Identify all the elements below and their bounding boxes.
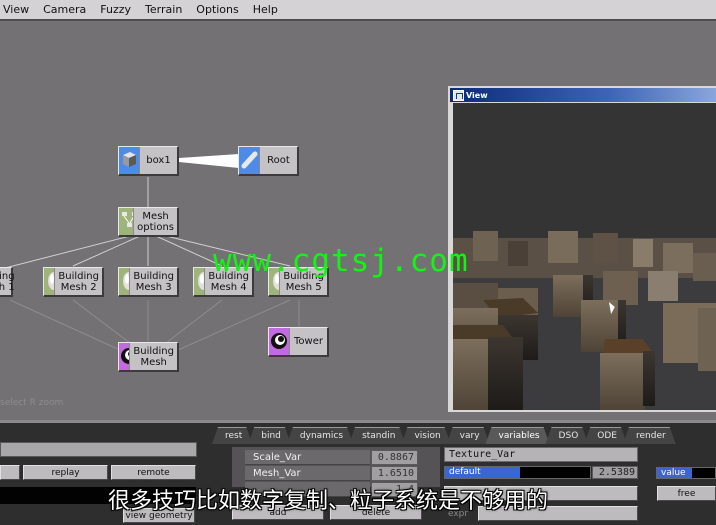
- node-building-mesh-2[interactable]: Building Mesh 2: [43, 267, 104, 297]
- egg-icon: [119, 268, 131, 295]
- tab-render[interactable]: render: [623, 427, 676, 444]
- tab-rest[interactable]: rest: [212, 427, 252, 444]
- view-window[interactable]: View: [448, 86, 716, 412]
- tab-vary[interactable]: vary: [447, 427, 490, 444]
- edge-bm2-building-mesh: [72, 299, 131, 344]
- edge-bm1-building-mesh: [9, 299, 121, 351]
- node-root[interactable]: Root: [238, 146, 299, 176]
- tab-standin[interactable]: standin: [349, 427, 405, 444]
- node-label: Tower: [294, 336, 323, 347]
- variable-row-value[interactable]: 1.4: [371, 482, 418, 497]
- swirl-icon: [269, 328, 290, 355]
- node-building-mesh-1[interactable]: Building Mesh 1: [0, 267, 15, 297]
- tab-ode[interactable]: ODE: [584, 427, 627, 444]
- value-slider-label: value: [661, 468, 686, 478]
- default-slider[interactable]: default: [444, 466, 591, 479]
- cube-icon: [119, 147, 140, 174]
- view-geometry-button[interactable]: view geometry: [123, 508, 195, 523]
- node-label: Root: [267, 155, 290, 166]
- value-slider[interactable]: value: [656, 467, 716, 479]
- node-label: Mesh options: [137, 210, 175, 233]
- egg-icon: [269, 268, 281, 295]
- canvas-hint-text: select R zoom: [0, 398, 64, 408]
- expr-field[interactable]: [478, 506, 638, 521]
- selected-variable-field[interactable]: Texture_Var: [444, 447, 638, 462]
- edge-mesh-options-bm1: [4, 235, 131, 269]
- node-building-mesh-4[interactable]: Building Mesh 4: [193, 267, 254, 297]
- replay-button[interactable]: replay: [23, 465, 108, 480]
- node-label: Building Mesh: [133, 345, 174, 368]
- tab-dynamics[interactable]: dynamics: [287, 427, 353, 444]
- view-window-titlebar[interactable]: View: [450, 88, 716, 102]
- edge-mesh-options-bm5: [165, 235, 291, 267]
- edge-mesh-options-bm4: [155, 235, 223, 267]
- variable-row-value[interactable]: 1.6510: [371, 466, 418, 481]
- node-label: Building Mesh 4: [208, 270, 249, 293]
- variable-row-value[interactable]: 0.8867: [371, 450, 418, 465]
- variable-row-name[interactable]: Scale_Var: [245, 450, 370, 465]
- variable-row-name[interactable]: Mesh_Var: [245, 466, 370, 481]
- mesh-options-icon: [119, 208, 135, 235]
- variable-mode-button[interactable]: [444, 486, 638, 501]
- city-render: [453, 231, 716, 410]
- node-label: Building Mesh 2: [58, 270, 99, 293]
- node-label: Building Mesh 1: [0, 270, 15, 293]
- cylinder-icon: [239, 147, 260, 174]
- default-slider-value[interactable]: 2.5389: [592, 466, 638, 479]
- delete-variable-button[interactable]: delete: [330, 505, 422, 520]
- 3d-viewport[interactable]: [453, 103, 716, 410]
- app-icon: [453, 89, 464, 101]
- left-partial-button[interactable]: [0, 465, 20, 480]
- edge-bm4-building-mesh: [165, 299, 223, 344]
- node-mesh-options[interactable]: Mesh options: [118, 207, 179, 237]
- add-variable-button[interactable]: add: [232, 505, 324, 520]
- free-button[interactable]: free: [657, 486, 716, 501]
- node-building-mesh[interactable]: Building Mesh: [118, 342, 179, 372]
- variable-row-name[interactable]: [245, 482, 370, 497]
- node-label: Building Mesh 3: [133, 270, 174, 293]
- tab-bar: rest bind dynamics standin vision vary v…: [212, 427, 672, 444]
- node-box1[interactable]: box1: [118, 146, 179, 176]
- egg-icon: [44, 268, 56, 295]
- left-input-field[interactable]: [0, 442, 197, 457]
- node-label: Building Mesh 5: [283, 270, 324, 293]
- tab-dso[interactable]: DSO: [546, 427, 589, 444]
- edge-box1-root: [179, 154, 239, 168]
- view-window-title: View: [466, 90, 488, 100]
- expr-label: expr: [447, 508, 469, 519]
- tab-bind[interactable]: bind: [248, 427, 291, 444]
- egg-icon: [194, 268, 206, 295]
- progress-bar: [0, 487, 196, 504]
- node-label: box1: [146, 155, 171, 166]
- swirl-icon: [119, 343, 131, 370]
- tab-variables[interactable]: variables: [486, 427, 550, 444]
- tab-vision[interactable]: vision: [401, 427, 450, 444]
- node-building-mesh-5[interactable]: Building Mesh 5: [268, 267, 329, 297]
- default-slider-label: default: [449, 467, 481, 477]
- node-building-mesh-3[interactable]: Building Mesh 3: [118, 267, 179, 297]
- edge-mesh-options-bm2: [72, 235, 141, 267]
- node-tower[interactable]: Tower: [268, 327, 329, 357]
- remote-button[interactable]: remote: [111, 465, 196, 480]
